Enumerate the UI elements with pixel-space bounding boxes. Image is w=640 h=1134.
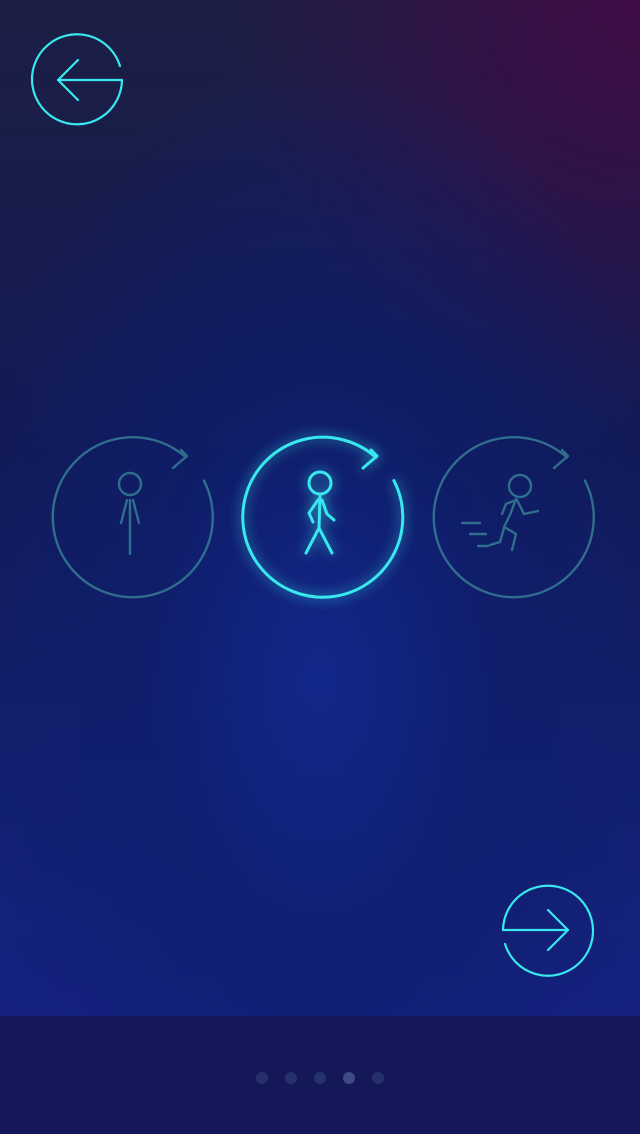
bottom-bar [0,1016,640,1134]
standing-person-icon [51,436,214,599]
page-dot-1[interactable] [256,1072,268,1084]
arrow-right-circle-icon [501,884,595,977]
activity-option-running[interactable] [426,430,596,600]
page-dot-4-current[interactable] [343,1072,355,1084]
page-dot-5[interactable] [372,1072,384,1084]
arrow-left-circle-icon [30,33,124,126]
activity-selector [0,430,640,600]
page-indicator [0,1072,640,1086]
next-button[interactable] [500,882,596,978]
activity-level-screen [0,0,640,1134]
activity-option-standing[interactable] [45,430,215,600]
back-button[interactable] [30,33,124,127]
activity-option-walking[interactable] [235,430,405,600]
running-person-icon [432,436,595,599]
walking-person-icon [241,435,405,599]
page-dot-3[interactable] [314,1072,326,1084]
page-dot-2[interactable] [285,1072,297,1084]
